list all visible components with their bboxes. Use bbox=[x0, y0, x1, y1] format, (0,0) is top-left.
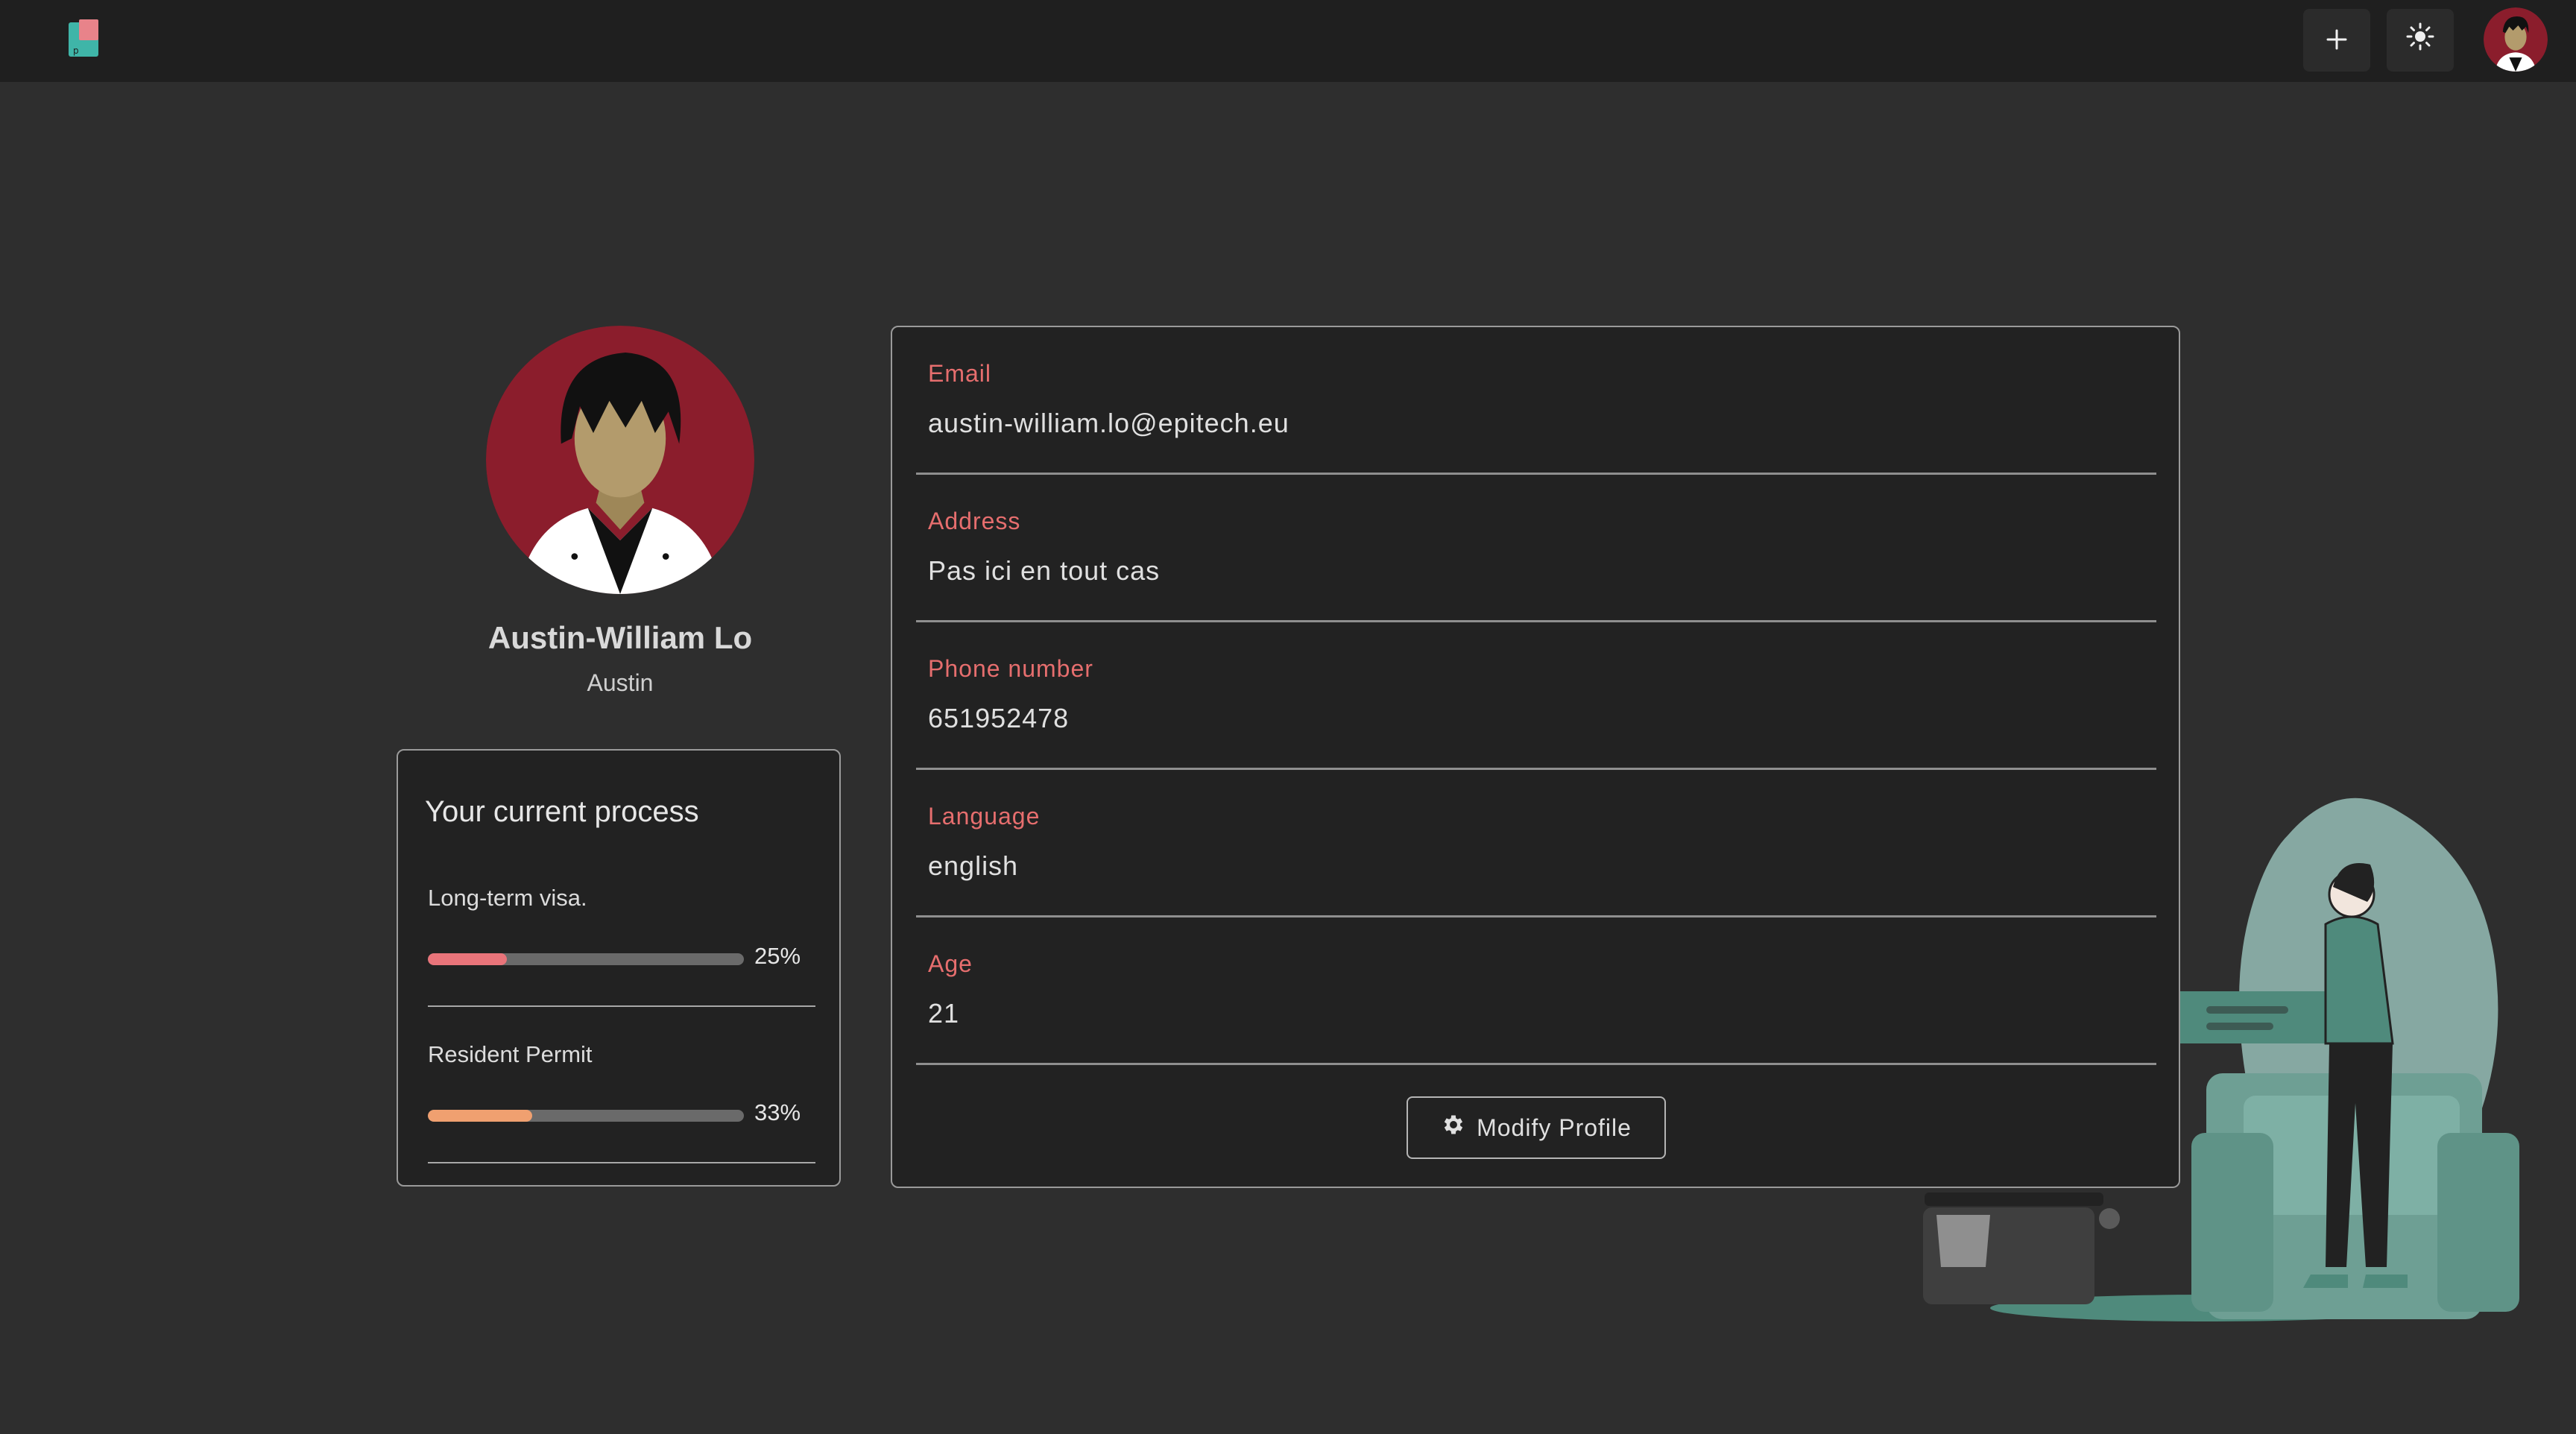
process-card: Your current process Long-term visa. 25%… bbox=[397, 749, 841, 1187]
progress-bar bbox=[428, 953, 744, 965]
field-label: Age bbox=[928, 950, 973, 977]
process-title: Your current process bbox=[425, 795, 699, 828]
user-avatar-icon[interactable] bbox=[2484, 7, 2548, 72]
divider bbox=[916, 1063, 2156, 1065]
process-item-label: Long-term visa. bbox=[428, 885, 587, 911]
field-value: 651952478 bbox=[928, 703, 1070, 733]
app-logo-icon[interactable]: p bbox=[69, 19, 101, 58]
field-age: Age 21 bbox=[916, 917, 2156, 1065]
field-value: english bbox=[928, 850, 1019, 881]
process-item-label: Resident Permit bbox=[428, 1041, 593, 1067]
field-value: 21 bbox=[928, 998, 960, 1029]
gear-icon bbox=[1441, 1112, 1466, 1143]
add-button[interactable] bbox=[2303, 9, 2370, 72]
profile-name: Austin-William Lo bbox=[487, 620, 753, 655]
progress-percent: 33% bbox=[754, 1099, 801, 1125]
profile-avatar bbox=[486, 326, 754, 594]
sun-icon bbox=[2406, 22, 2434, 59]
process-item: Resident Permit 33% bbox=[428, 1041, 815, 1198]
field-address: Address Pas ici en tout cas bbox=[916, 475, 2156, 622]
field-value: austin-william.lo@epitech.eu bbox=[928, 408, 1289, 438]
theme-toggle-button[interactable] bbox=[2387, 9, 2454, 72]
field-phone: Phone number 651952478 bbox=[916, 622, 2156, 770]
progress-bar bbox=[428, 1110, 744, 1122]
process-item: Long-term visa. 25% bbox=[428, 885, 815, 1041]
modify-profile-label: Modify Profile bbox=[1477, 1114, 1632, 1141]
field-label: Address bbox=[928, 508, 1021, 534]
field-label: Language bbox=[928, 803, 1041, 830]
svg-text:p: p bbox=[73, 45, 79, 56]
field-label: Email bbox=[928, 360, 992, 387]
top-bar: p bbox=[0, 0, 2576, 82]
progress-bar-fill bbox=[428, 1110, 532, 1122]
field-language: Language english bbox=[916, 770, 2156, 917]
field-value: Pas ici en tout cas bbox=[928, 555, 1161, 586]
divider bbox=[428, 1005, 815, 1007]
progress-bar-fill bbox=[428, 953, 507, 965]
progress-percent: 25% bbox=[754, 943, 801, 969]
modify-profile-button[interactable]: Modify Profile bbox=[1407, 1096, 1666, 1159]
profile-nickname: Austin bbox=[587, 669, 654, 696]
profile-info-card: Email austin-william.lo@epitech.eu Addre… bbox=[891, 326, 2180, 1188]
field-label: Phone number bbox=[928, 655, 1093, 682]
plus-icon bbox=[2326, 22, 2348, 59]
divider bbox=[428, 1162, 815, 1163]
field-email: Email austin-william.lo@epitech.eu bbox=[916, 327, 2156, 475]
